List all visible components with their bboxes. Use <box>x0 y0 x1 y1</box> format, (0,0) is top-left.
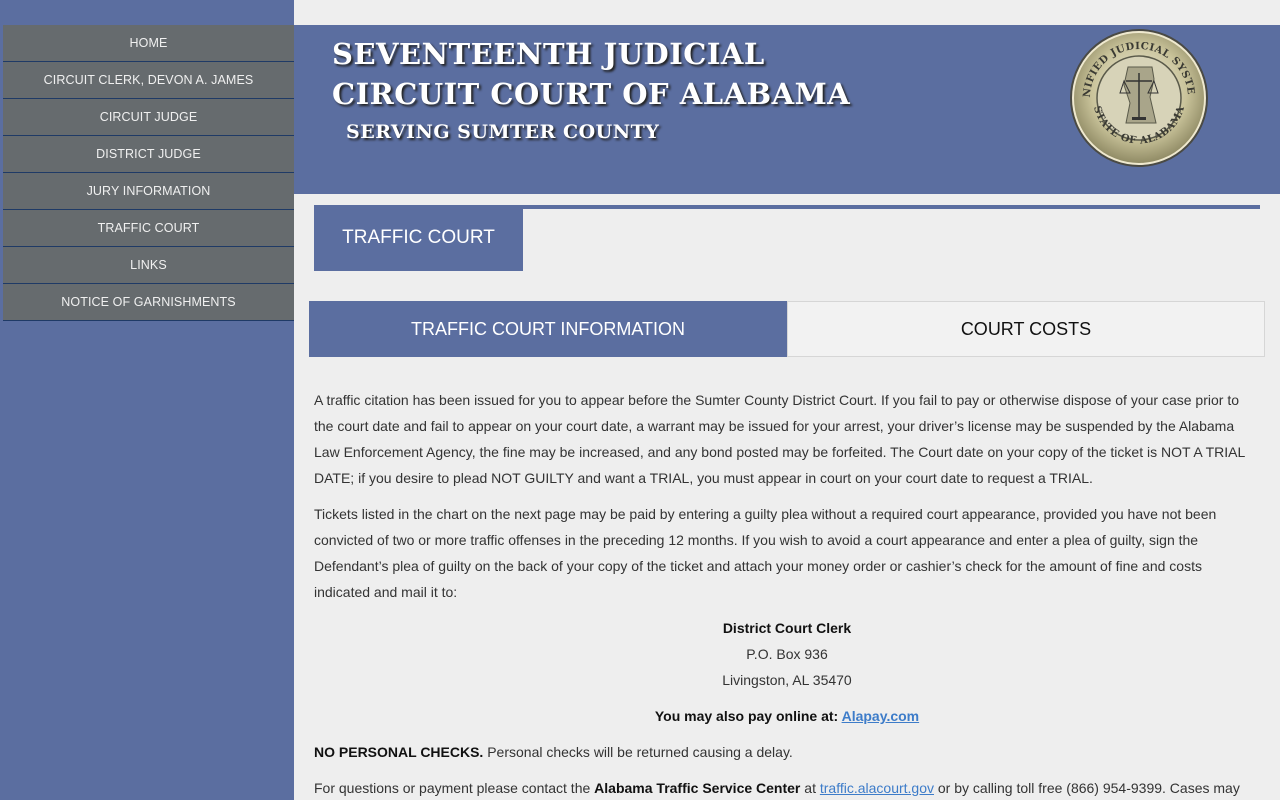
address-line1: P.O. Box 936 <box>746 646 828 662</box>
online-payment-text: You may also pay online at: <box>654 708 842 724</box>
nav-item-district-judge[interactable]: DISTRICT JUDGE <box>3 136 294 173</box>
banner-subtitle: SERVING SUMTER COUNTY <box>346 121 660 143</box>
nav-item-circuit-judge[interactable]: CIRCUIT JUDGE <box>3 99 294 136</box>
traffic-service-center: Alabama Traffic Service Center <box>594 780 801 796</box>
section-title: TRAFFIC COURT <box>314 205 523 271</box>
main-content: SEVENTEENTH JUDICIAL CIRCUIT COURT OF AL… <box>294 0 1280 800</box>
tab-content: A traffic citation has been issued for y… <box>314 387 1260 800</box>
nav-item-home[interactable]: HOME <box>3 25 294 62</box>
state-seal-logo: UNIFIED JUDICIAL SYSTEM STATE OF ALABAMA <box>1068 27 1208 167</box>
alapay-link[interactable]: Alapay.com <box>842 708 920 724</box>
no-checks-line: NO PERSONAL CHECKS. Personal checks will… <box>314 739 1260 765</box>
no-checks-text: Personal checks will be returned causing… <box>483 744 793 760</box>
no-checks-label: NO PERSONAL CHECKS. <box>314 744 484 760</box>
tab-traffic-court-information[interactable]: TRAFFIC COURT INFORMATION <box>309 301 787 357</box>
nav-item-links[interactable]: LINKS <box>3 247 294 284</box>
banner-title-line1: SEVENTEENTH JUDICIAL <box>332 37 765 71</box>
address-name: District Court Clerk <box>722 620 852 636</box>
banner-title-line2: CIRCUIT COURT OF ALABAMA <box>332 77 851 111</box>
contact-prefix: For questions or payment please contact … <box>314 780 595 796</box>
contact-mid: at <box>800 780 820 796</box>
main-nav: HOME CIRCUIT CLERK, DEVON A. JAMES CIRCU… <box>3 25 294 321</box>
site-banner: SEVENTEENTH JUDICIAL CIRCUIT COURT OF AL… <box>294 25 1280 194</box>
nav-item-notice-of-garnishments[interactable]: NOTICE OF GARNISHMENTS <box>3 284 294 321</box>
address-line2: Livingston, AL 35470 <box>722 672 852 688</box>
contact-suffix: or by calling toll free (866) 954-9399. … <box>934 780 1240 796</box>
sidebar: HOME CIRCUIT CLERK, DEVON A. JAMES CIRCU… <box>0 0 294 800</box>
tab-court-costs[interactable]: COURT COSTS <box>787 301 1265 357</box>
nav-item-jury-information[interactable]: JURY INFORMATION <box>3 173 294 210</box>
alacourt-traffic-link[interactable]: traffic.alacourt.gov <box>820 780 934 796</box>
payment-paragraph: Tickets listed in the chart on the next … <box>314 506 1217 600</box>
nav-item-circuit-clerk[interactable]: CIRCUIT CLERK, DEVON A. JAMES <box>3 62 294 99</box>
info-tabs: TRAFFIC COURT INFORMATION COURT COSTS <box>309 301 1265 357</box>
online-payment-line: You may also pay online at: Alapay.com <box>314 703 1260 729</box>
nav-item-traffic-court[interactable]: TRAFFIC COURT <box>3 210 294 247</box>
contact-line: For questions or payment please contact … <box>314 775 1260 800</box>
citation-paragraph: A traffic citation has been issued for y… <box>314 392 1245 486</box>
